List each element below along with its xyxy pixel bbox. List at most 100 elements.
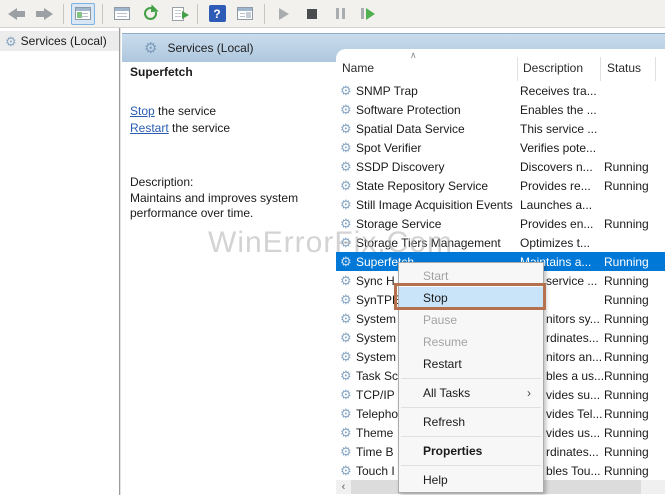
menu-item-help[interactable]: Help: [399, 469, 543, 491]
menu-separator: [401, 436, 541, 437]
gear-icon: ⚙: [340, 349, 352, 364]
start-service-button[interactable]: [272, 3, 296, 25]
table-row[interactable]: ⚙ Software Protection Enables the ...: [336, 100, 665, 119]
service-status: Running: [604, 292, 649, 307]
gear-icon: ⚙: [340, 463, 352, 478]
help-icon: ?: [208, 5, 226, 22]
gear-icon: ⚙: [340, 140, 352, 155]
restart-service-button[interactable]: [356, 3, 380, 25]
column-header-description[interactable]: Description: [523, 61, 583, 75]
extended-view-panel: Superfetch Stop the service Restart the …: [122, 62, 336, 495]
stop-service-link[interactable]: Stop: [130, 104, 155, 118]
service-description: Verifies pote...: [520, 140, 597, 155]
gear-icon: ⚙: [340, 216, 352, 231]
service-name: Telepho: [356, 406, 399, 421]
service-description: bles a us...: [546, 368, 605, 383]
menu-item-refresh[interactable]: Refresh: [399, 411, 543, 433]
gear-icon: ⚙: [340, 273, 352, 288]
table-row[interactable]: ⚙ Storage Tiers Management Optimizes t...: [336, 233, 665, 252]
tree-item-services-local[interactable]: ⚙ Services (Local): [0, 31, 119, 51]
tree-item-label: Services (Local): [20, 34, 107, 48]
service-name: SSDP Discovery: [356, 159, 445, 174]
refresh-button[interactable]: [138, 3, 162, 25]
table-row[interactable]: ⚙ Spatial Data Service This service ...: [336, 119, 665, 138]
menu-separator: [401, 407, 541, 408]
description-label: Description:: [130, 175, 194, 189]
back-button[interactable]: [4, 3, 28, 25]
gear-icon: ⚙: [340, 83, 352, 98]
restart-icon: [361, 7, 375, 20]
forward-button[interactable]: [32, 3, 56, 25]
service-name: Spatial Data Service: [356, 121, 465, 136]
table-row[interactable]: ⚙ SSDP Discovery Discovers n... Running: [336, 157, 665, 176]
table-row[interactable]: ⚙ Still Image Acquisition Events Launches …: [336, 195, 665, 214]
service-description: Receives tra...: [520, 83, 597, 98]
show-console-tree-button[interactable]: [71, 2, 95, 25]
column-divider[interactable]: [655, 57, 656, 81]
service-description: Discovers n...: [520, 159, 593, 174]
gear-icon: ⚙: [340, 159, 352, 174]
service-name: TCP/IP: [356, 387, 395, 402]
menu-item-restart[interactable]: Restart: [399, 353, 543, 375]
services-console-window: ? ⚙ Services (Local) ⚙ Services (Local) …: [0, 0, 665, 495]
service-name: Task Sc: [356, 368, 399, 383]
column-divider[interactable]: [517, 57, 518, 81]
table-row[interactable]: ⚙ SNMP Trap Receives tra...: [336, 81, 665, 100]
console-tree-icon: [75, 7, 91, 20]
service-description: Enables the ...: [520, 102, 597, 117]
show-action-pane-button[interactable]: [233, 3, 257, 25]
menu-item-stop[interactable]: Stop: [399, 287, 543, 309]
service-status: Running: [604, 406, 649, 421]
export-list-button[interactable]: [166, 3, 190, 25]
service-description: nitors sy...: [546, 311, 600, 326]
service-name: Touch I: [356, 463, 395, 478]
service-description: rdinates...: [546, 330, 599, 345]
stop-service-line: Stop the service: [130, 103, 328, 120]
service-name: Sync H: [356, 273, 395, 288]
menu-item-start: Start: [423, 269, 449, 283]
service-status: Running: [604, 254, 649, 269]
back-arrow-icon: [7, 7, 25, 20]
table-row[interactable]: ⚙ Storage Service Provides en... Running: [336, 214, 665, 233]
console-tree-pane: ⚙ Services (Local): [0, 28, 119, 495]
pane-divider[interactable]: [119, 28, 121, 495]
services-gear-icon: ⚙: [144, 39, 158, 57]
restart-service-line: Restart the service: [130, 120, 328, 137]
menu-item-properties[interactable]: Properties: [399, 440, 543, 462]
pause-service-button[interactable]: [328, 3, 352, 25]
properties-button[interactable]: [110, 3, 134, 25]
restart-service-link[interactable]: Restart: [130, 121, 169, 135]
submenu-arrow-icon: ›: [527, 386, 531, 400]
service-description: Provides re...: [520, 178, 591, 193]
scroll-left-icon[interactable]: ‹: [336, 480, 351, 494]
service-status: Running: [604, 349, 649, 364]
stop-line-text: the service: [154, 104, 217, 118]
service-name: Storage Service: [356, 216, 442, 231]
table-row[interactable]: ⚙ State Repository Service Provides re... R…: [336, 176, 665, 195]
services-gear-icon: ⚙: [5, 33, 17, 49]
service-status: Running: [604, 159, 649, 174]
menu-separator: [401, 378, 541, 379]
main-pane: ⚙ Services (Local) Superfetch Stop the s…: [122, 28, 665, 495]
service-description: service ...: [546, 273, 598, 288]
restart-line-text: the service: [168, 121, 231, 135]
menu-item-pause: Pause: [423, 313, 458, 327]
service-status: Running: [604, 330, 649, 345]
service-status: Running: [604, 368, 649, 383]
gear-icon: ⚙: [340, 368, 352, 383]
stop-service-button[interactable]: [300, 3, 324, 25]
gear-icon: ⚙: [340, 311, 352, 326]
service-status: Running: [604, 178, 649, 193]
gear-icon: ⚙: [340, 292, 352, 307]
table-row[interactable]: ⚙ Spot Verifier Verifies pote...: [336, 138, 665, 157]
column-header-status[interactable]: Status: [607, 61, 641, 75]
menu-item-all-tasks[interactable]: All Tasks ›: [399, 382, 543, 404]
column-divider[interactable]: [600, 57, 601, 81]
service-name: Time B: [356, 444, 394, 459]
service-name: Software Protection: [356, 102, 461, 117]
service-name: Still Image Acquisition Events: [356, 197, 513, 212]
column-header-name[interactable]: Name: [342, 61, 374, 75]
toolbar-separator: [197, 3, 198, 24]
gear-icon: ⚙: [340, 425, 352, 440]
help-button[interactable]: ?: [205, 3, 229, 25]
